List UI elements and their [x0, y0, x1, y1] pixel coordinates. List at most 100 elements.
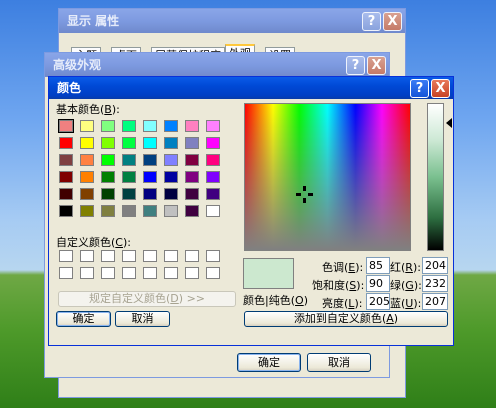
basic-color-swatch[interactable] [206, 205, 220, 217]
basic-color-swatch[interactable] [80, 154, 94, 166]
basic-color-swatch[interactable] [58, 119, 74, 133]
basic-color-swatch[interactable] [206, 188, 220, 200]
basic-color-swatch[interactable] [164, 154, 178, 166]
hue-label: 色调(E): [322, 261, 364, 274]
basic-color-swatch[interactable] [164, 120, 178, 132]
basic-color-swatch[interactable] [122, 154, 136, 166]
basic-color-swatch[interactable] [122, 205, 136, 217]
custom-color-swatch[interactable] [101, 250, 115, 262]
basic-color-swatch[interactable] [164, 188, 178, 200]
close-button[interactable]: X [367, 56, 386, 75]
basic-color-swatch[interactable] [59, 171, 73, 183]
basic-color-swatch[interactable] [101, 137, 115, 149]
help-button[interactable]: ? [346, 56, 365, 75]
basic-color-swatch[interactable] [101, 205, 115, 217]
basic-color-swatch[interactable] [101, 154, 115, 166]
green-label: 绿(G): [390, 279, 422, 292]
basic-color-swatch[interactable] [101, 188, 115, 200]
basic-color-swatch[interactable] [59, 188, 73, 200]
custom-color-swatch[interactable] [143, 250, 157, 262]
basic-color-swatch[interactable] [122, 137, 136, 149]
basic-color-swatch[interactable] [143, 205, 157, 217]
basic-color-swatch[interactable] [185, 171, 199, 183]
advanced-appearance-titlebar[interactable]: 高级外观 ? X [45, 53, 389, 77]
custom-color-swatch[interactable] [206, 267, 220, 279]
custom-color-swatch[interactable] [143, 267, 157, 279]
luminance-arrow-icon[interactable] [446, 118, 452, 128]
basic-color-swatch[interactable] [80, 171, 94, 183]
basic-color-swatch[interactable] [59, 137, 73, 149]
cancel-button[interactable]: 取消 [115, 311, 170, 327]
red-label: 红(R): [390, 261, 421, 274]
custom-color-swatch[interactable] [185, 250, 199, 262]
help-button[interactable]: ? [362, 12, 381, 31]
color-dialog-titlebar[interactable]: 颜色 ? X [49, 77, 453, 99]
basic-color-swatch[interactable] [185, 154, 199, 166]
color-solid-label: 颜色|纯色(O) [243, 294, 308, 307]
custom-colors-label: 自定义颜色(C): [56, 236, 131, 249]
blue-field[interactable]: 207 [422, 293, 448, 310]
custom-color-swatch[interactable] [164, 267, 178, 279]
custom-color-swatch[interactable] [122, 250, 136, 262]
basic-color-swatch[interactable] [80, 120, 94, 132]
help-button[interactable]: ? [410, 79, 429, 98]
ok-button[interactable]: 确定 [237, 353, 301, 372]
window-title: 颜色 [57, 81, 82, 95]
basic-color-swatch[interactable] [206, 154, 220, 166]
basic-color-swatch[interactable] [122, 120, 136, 132]
luminance-bar[interactable] [427, 103, 444, 251]
basic-color-swatch[interactable] [143, 171, 157, 183]
basic-color-swatch[interactable] [185, 137, 199, 149]
color-spectrum[interactable] [244, 103, 411, 251]
basic-color-swatch[interactable] [143, 188, 157, 200]
basic-color-swatch[interactable] [59, 154, 73, 166]
basic-color-swatch[interactable] [80, 137, 94, 149]
custom-color-swatch[interactable] [206, 250, 220, 262]
custom-color-swatch[interactable] [80, 250, 94, 262]
custom-color-swatch[interactable] [185, 267, 199, 279]
hue-field[interactable]: 85 [366, 257, 390, 274]
basic-color-swatch[interactable] [122, 188, 136, 200]
basic-color-swatch[interactable] [143, 137, 157, 149]
define-custom-colors-button: 规定自定义颜色(D) >> [58, 291, 236, 307]
basic-color-swatch[interactable] [122, 171, 136, 183]
sat-field[interactable]: 90 [366, 275, 390, 292]
ok-button[interactable]: 确定 [56, 311, 111, 327]
display-properties-titlebar[interactable]: 显示 属性 ? X [59, 9, 405, 33]
custom-color-swatch[interactable] [59, 250, 73, 262]
red-field[interactable]: 204 [422, 257, 448, 274]
close-button[interactable]: X [431, 79, 450, 98]
green-field[interactable]: 232 [422, 275, 448, 292]
basic-color-swatch[interactable] [206, 171, 220, 183]
basic-color-swatch[interactable] [164, 137, 178, 149]
blue-label: 蓝(U): [390, 297, 422, 310]
add-to-custom-colors-button[interactable]: 添加到自定义颜色(A) [244, 311, 448, 327]
basic-color-swatch[interactable] [206, 120, 220, 132]
basic-color-swatch[interactable] [59, 205, 73, 217]
basic-color-swatch[interactable] [80, 205, 94, 217]
basic-color-swatch[interactable] [143, 154, 157, 166]
custom-color-swatch[interactable] [101, 267, 115, 279]
window-title: 高级外观 [53, 58, 102, 72]
basic-color-swatch[interactable] [164, 205, 178, 217]
basic-color-swatch[interactable] [101, 120, 115, 132]
basic-color-swatch[interactable] [206, 137, 220, 149]
basic-color-swatch[interactable] [185, 205, 199, 217]
basic-color-swatch[interactable] [185, 120, 199, 132]
close-button[interactable]: X [383, 12, 402, 31]
basic-color-swatch[interactable] [164, 171, 178, 183]
basic-color-swatch[interactable] [185, 188, 199, 200]
lum-label: 亮度(L): [322, 297, 363, 310]
sat-label: 饱和度(S): [312, 279, 365, 292]
lum-field[interactable]: 205 [366, 293, 390, 310]
basic-color-swatch[interactable] [143, 120, 157, 132]
basic-color-swatch[interactable] [101, 171, 115, 183]
color-preview [243, 258, 294, 289]
custom-color-swatch[interactable] [122, 267, 136, 279]
basic-colors-label: 基本颜色(B): [56, 103, 120, 116]
cancel-button[interactable]: 取消 [307, 353, 371, 372]
custom-color-swatch[interactable] [80, 267, 94, 279]
custom-color-swatch[interactable] [59, 267, 73, 279]
custom-color-swatch[interactable] [164, 250, 178, 262]
basic-color-swatch[interactable] [80, 188, 94, 200]
